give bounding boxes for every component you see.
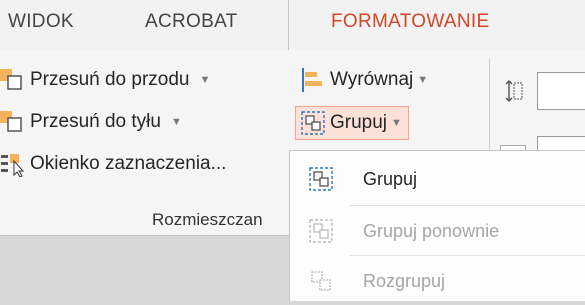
ribbon-tabs-bar: WIDOK ACROBAT FORMATOWANIE	[0, 0, 585, 50]
align-icon	[300, 67, 326, 93]
group-icon	[300, 110, 326, 136]
arrange-group-label: Rozmieszczan	[152, 210, 263, 229]
menu-item-ungroup-label: Rozgrupuj	[363, 271, 446, 291]
height-input[interactable]	[537, 72, 585, 110]
selection-pane-label: Okienko zaznaczenia...	[30, 153, 227, 174]
send-backward-label: Przesuń do tyłu	[30, 111, 161, 132]
chevron-down-icon: ▼	[170, 116, 182, 128]
group-dropdown-menu: Grupuj Grupuj ponownie Rozgrupuj	[289, 150, 585, 301]
tab-widok[interactable]: WIDOK	[8, 0, 74, 48]
menu-item-group[interactable]: Grupuj	[290, 157, 585, 203]
bring-forward-icon	[0, 67, 26, 93]
menu-item-regroup-label: Grupuj ponownie	[363, 221, 500, 241]
menu-item-regroup[interactable]: Grupuj ponownie	[290, 209, 585, 255]
align-button[interactable]: Wyrównaj ▼	[300, 64, 428, 96]
bring-forward-label: Przesuń do przodu	[30, 69, 190, 90]
group-icon	[308, 166, 334, 192]
regroup-icon	[308, 218, 334, 244]
align-label: Wyrównaj	[330, 69, 414, 90]
chevron-down-icon: ▼	[391, 117, 402, 129]
selection-pane-button[interactable]: Okienko zaznaczenia...	[0, 148, 226, 180]
height-icon	[503, 80, 523, 102]
tab-divider	[288, 0, 289, 50]
menu-divider	[350, 205, 585, 206]
ungroup-icon	[308, 268, 334, 294]
chevron-down-icon: ▼	[417, 74, 429, 86]
menu-item-group-label: Grupuj	[363, 169, 418, 189]
group-button[interactable]: Grupuj ▼	[295, 106, 409, 140]
menu-item-ungroup[interactable]: Rozgrupuj	[290, 259, 585, 305]
bring-forward-button[interactable]: Przesuń do przodu ▼	[0, 64, 210, 96]
send-backward-button[interactable]: Przesuń do tyłu ▼	[0, 106, 182, 138]
chevron-down-icon: ▼	[199, 74, 211, 86]
tab-formatowanie[interactable]: FORMATOWANIE	[331, 0, 489, 48]
menu-divider	[350, 255, 585, 256]
tab-acrobat[interactable]: ACROBAT	[145, 0, 238, 48]
send-backward-icon	[0, 109, 26, 135]
group-label: Grupuj	[330, 112, 388, 133]
selection-pane-icon	[0, 151, 26, 178]
